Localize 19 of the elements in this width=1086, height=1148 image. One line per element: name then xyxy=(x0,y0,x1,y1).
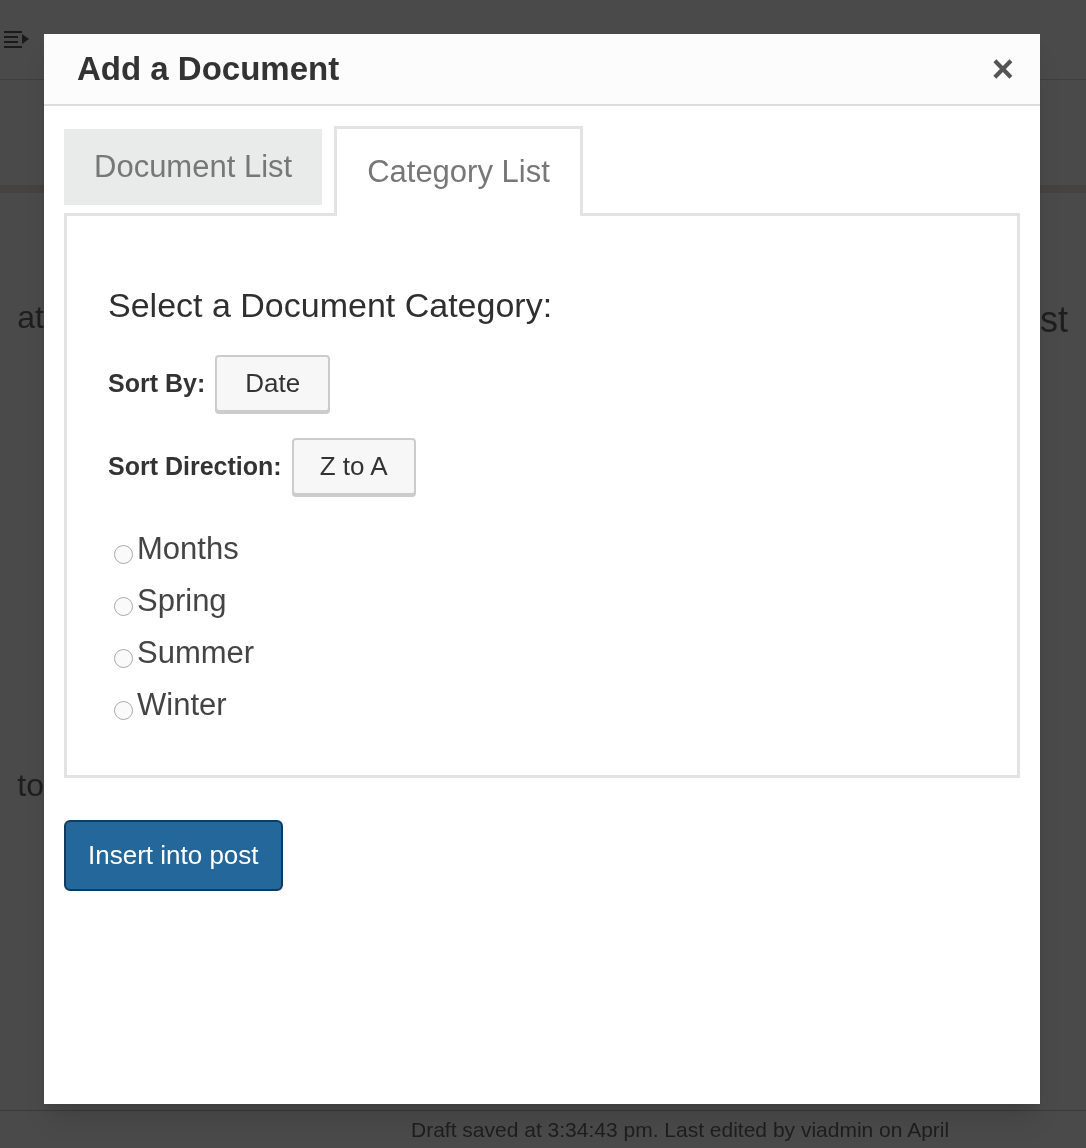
radio-button[interactable] xyxy=(114,648,133,668)
tab[interactable]: Document List xyxy=(64,129,323,205)
radio-label: Winter xyxy=(137,685,227,724)
dialog-title: Add a Document xyxy=(77,49,340,90)
tab[interactable]: Category List xyxy=(334,126,583,216)
sort-direction-label: Sort Direction: xyxy=(108,450,282,482)
sort-by-label: Sort By: xyxy=(108,367,206,399)
insert-button[interactable]: Insert into post xyxy=(64,820,283,891)
sort-direction-button[interactable]: Z to A xyxy=(291,438,416,495)
radio-button[interactable] xyxy=(114,596,133,616)
section-heading: Select a Document Category: xyxy=(108,285,554,326)
radio-button[interactable] xyxy=(114,700,133,720)
radio-button[interactable] xyxy=(114,544,133,564)
radio-label: Summer xyxy=(137,633,255,672)
indent-icon[interactable] xyxy=(4,28,30,51)
close-button[interactable]: × xyxy=(991,50,1014,88)
sort-by-button[interactable]: Date xyxy=(215,355,331,412)
radio-label: Spring xyxy=(137,581,227,620)
radio-label: Months xyxy=(137,529,239,568)
